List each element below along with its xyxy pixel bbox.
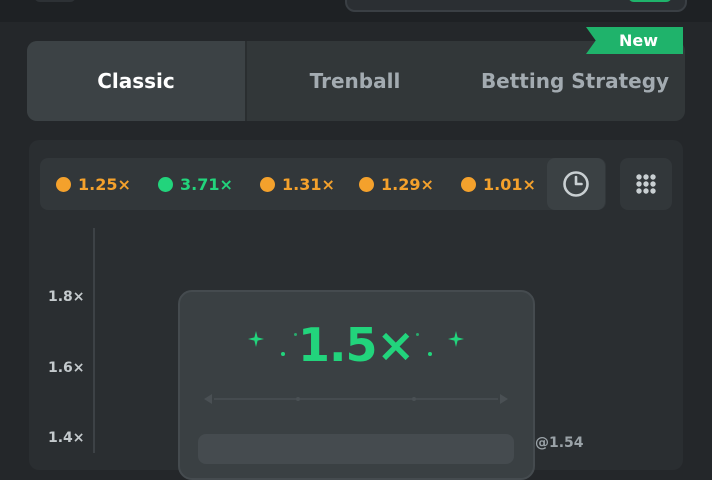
history-button[interactable] (547, 158, 605, 210)
grid-icon (636, 174, 656, 194)
sparkle-dot (428, 352, 432, 356)
sparkle-icon (248, 331, 264, 347)
top-bar (0, 0, 712, 22)
bet-slider-decoration (204, 394, 508, 404)
history-item[interactable]: 1.31× (260, 158, 335, 210)
sparkle-dot (416, 333, 419, 336)
auto-cashout-label: @1.54 (535, 435, 584, 451)
y-axis-tick: 1.8× (48, 289, 85, 305)
sparkle-icon (448, 331, 464, 347)
more-history-button[interactable] (620, 158, 672, 210)
bet-input-strip[interactable] (198, 434, 514, 464)
crash-history: 1.25× 3.71× 1.31× 1.29× 1.01× (40, 158, 606, 210)
history-value: 1.29× (381, 174, 434, 194)
tab-trenball[interactable]: Trenball (245, 41, 465, 121)
history-item[interactable]: 3.71× (158, 158, 233, 210)
history-dot (56, 176, 71, 192)
action-button[interactable] (628, 0, 672, 2)
history-item[interactable]: 1.25× (56, 158, 131, 210)
tab-classic[interactable]: Classic (27, 41, 245, 121)
history-item[interactable]: 1.29× (359, 158, 434, 210)
y-axis-tick: 1.4× (48, 430, 85, 446)
new-badge: New (586, 27, 683, 54)
clock-icon (563, 171, 589, 197)
history-value: 1.25× (78, 174, 131, 194)
current-multiplier: 1.5× (297, 318, 415, 372)
history-dot (359, 176, 374, 192)
history-dot (158, 176, 173, 192)
history-value: 1.31× (282, 174, 335, 194)
history-dot (461, 176, 476, 192)
menu-button[interactable] (34, 0, 76, 2)
history-dot (260, 176, 275, 192)
history-value: 1.01× (483, 174, 536, 194)
history-value: 3.71× (180, 174, 233, 194)
sparkle-dot (294, 333, 297, 336)
sparkle-dot (281, 352, 285, 356)
history-item[interactable]: 1.01× (461, 158, 536, 210)
mode-tabs: Classic Trenball Betting Strategy (27, 41, 685, 121)
